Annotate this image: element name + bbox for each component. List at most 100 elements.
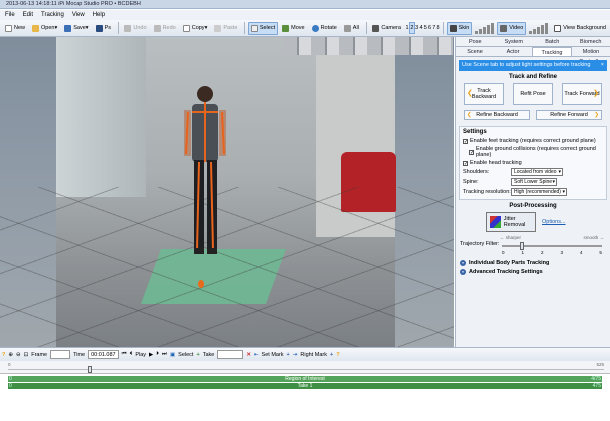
trajectory-filter-slider[interactable]: Trajectory Filter: ← sharper smooth → 0 1… [460,235,606,257]
time-input[interactable]: 00:01.087 [88,350,119,359]
refine-forward-button[interactable]: Refine Forward ❯ [536,110,602,120]
tab-motion-controller[interactable]: Motion Controller [572,47,610,65]
slider-thumb[interactable] [520,242,524,250]
options-link[interactable]: Options... [542,219,566,225]
view-background-toggle[interactable]: View Background [551,22,609,35]
video-icon [500,24,508,32]
copy-button[interactable]: Copy ▾ [180,22,211,35]
3d-viewport[interactable] [0,37,454,347]
checkbox-checked-icon[interactable]: ✓ [463,138,468,144]
frame-input[interactable] [50,350,71,359]
set-mark-icon[interactable]: ⇤ [254,352,259,358]
set-mark-label[interactable]: Set Mark [262,352,284,358]
tab-scene[interactable]: Scene [456,47,494,56]
video-toggle[interactable]: Video [497,21,527,35]
video-opacity-bars-icon[interactable] [529,22,549,34]
select-tool-button[interactable]: Select [247,21,279,35]
close-icon[interactable]: × [601,60,604,71]
camera-button[interactable]: Camera [369,22,404,35]
ps-button[interactable]: Ps [93,22,114,35]
redo-button[interactable]: Redo [151,22,179,35]
right-mark-label[interactable]: Right Mark [300,352,327,358]
slider-track[interactable] [502,245,602,247]
playhead[interactable] [88,366,92,373]
go-to-start-icon[interactable]: ⏮ [122,351,127,358]
play-label[interactable]: Play [135,352,146,358]
tab-tracking[interactable]: Tracking [532,47,572,56]
open-button[interactable]: Open ▾ [29,22,60,35]
checkbox-checked-icon[interactable]: ✓ [463,160,468,166]
tab-actor[interactable]: Actor [494,47,532,56]
timeline-ruler[interactable]: 0 525 [0,361,610,374]
settings-heading: Settings [463,129,487,135]
jitter-removal-button[interactable]: Jitter Removal [486,212,536,232]
menu-file[interactable]: File [5,12,15,18]
redo-icon [153,24,161,32]
select-range-icon[interactable]: ▣ [170,352,175,358]
track-backward-button[interactable]: ❮ Track Backward [464,83,504,105]
refit-pose-button[interactable]: Refit Pose [513,83,553,105]
camera-8-button[interactable]: 8 [436,22,440,34]
checkbox-checked-icon[interactable]: ✓ [469,149,474,155]
tab-system[interactable]: System [495,37,534,46]
select-label[interactable]: Select [178,352,193,358]
right-mark-icon[interactable]: ⇥ [293,352,298,358]
refine-backward-button[interactable]: ❮ Refine Backward [464,110,530,120]
tick-label: 4 [579,250,583,255]
save-button[interactable]: Save ▾ [61,22,91,35]
zoom-fit-icon[interactable]: ⊡ [24,352,29,358]
skin-opacity-bars-icon[interactable] [475,22,495,34]
open-label: Open [41,25,55,31]
individual-body-parts-expander[interactable]: » Individual Body Parts Tracking [460,260,606,266]
zoom-in-icon[interactable]: ⊕ [8,352,13,358]
resolution-select[interactable]: High (recommended) [511,188,567,196]
go-to-end-icon[interactable]: ⏭ [162,351,167,358]
delete-icon[interactable]: ✕ [246,352,251,358]
expand-icon: » [460,260,466,266]
play-icon[interactable]: ▶ [149,352,153,358]
add-mark-icon[interactable]: + [287,352,290,358]
take-bar[interactable]: 0 Take 1 475 [8,383,602,389]
ground-collisions-option[interactable]: ✓ Enable ground collisions (requires corr… [463,145,603,159]
move-tool-button[interactable]: Move [279,22,307,35]
menu-tracking[interactable]: Tracking [41,12,64,18]
feet-tracking-option[interactable]: ✓ Enable feet tracking (requires correct … [463,137,603,145]
skin-toggle[interactable]: Skin [446,21,473,35]
rotate-tool-button[interactable]: Rotate [309,22,340,35]
new-button[interactable]: New [2,22,28,35]
menu-view[interactable]: View [72,12,85,18]
help-icon[interactable]: ? [2,352,5,358]
undo-button[interactable]: Undo [121,22,149,35]
shoulders-select[interactable]: Located from video [511,168,563,176]
tab-biomech[interactable]: Biomech [572,37,610,46]
menu-edit[interactable]: Edit [23,12,33,18]
track-buttons-row: ❮ Track Backward Refit Pose Track Forward… [456,80,610,108]
spine-select[interactable]: Soft Lower Spine [511,178,557,186]
timeline-help-icon[interactable]: ? [336,352,339,358]
track-forward-button[interactable]: Track Forward ❯ [562,83,602,105]
roi-start: 0 [9,376,12,382]
take-label[interactable]: Take [203,352,215,358]
camera-thumbnail-strip[interactable] [283,37,453,55]
region-of-interest-bar[interactable]: 0 Region of Interest 4/75 [8,376,602,382]
checkbox-icon [554,24,562,32]
add-take-icon[interactable]: + [196,352,199,358]
tracked-actor-skeleton[interactable] [180,82,230,302]
advanced-tracking-expander[interactable]: » Advanced Tracking Settings [460,269,606,275]
skin-label: Skin [458,25,470,31]
all-button[interactable]: All [341,22,362,35]
head-tracking-option[interactable]: ✓ Enable head tracking [463,159,603,167]
step-back-icon[interactable]: ⏴ [130,351,133,358]
zoom-out-icon[interactable]: ⊖ [16,352,21,358]
add-right-mark-icon[interactable]: + [330,352,333,358]
ps-icon [95,24,103,32]
right-panel: Pose System Batch Biomech Scene Actor Tr… [455,37,610,347]
step-forward-icon[interactable]: ⏵ [156,351,159,358]
tab-batch[interactable]: Batch [533,37,572,46]
take-select[interactable] [217,350,244,359]
tab-pose[interactable]: Pose [456,37,495,46]
menu-help[interactable]: Help [93,12,105,18]
tick-label: 3 [560,250,563,255]
rotate-label: Rotate [320,25,337,31]
paste-button[interactable]: Paste [211,22,240,35]
